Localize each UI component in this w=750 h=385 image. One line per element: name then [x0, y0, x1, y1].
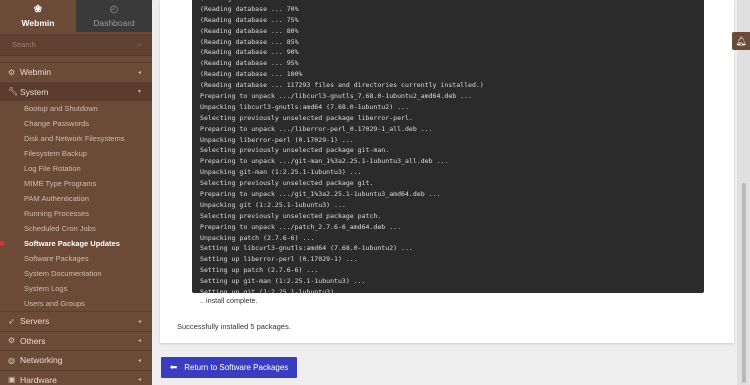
console-line: Preparing to unpack .../git_1%3a2.25.1-1…	[200, 190, 441, 199]
sidebar-item-bootup[interactable]: Bootup and Shutdown	[0, 101, 152, 116]
sidebar-item-mime-types[interactable]: MIME Type Programs	[0, 176, 152, 191]
sidebar-category-label: Webmin	[20, 67, 52, 78]
main-content: (Reading database ... 65%(Reading databa…	[152, 0, 737, 385]
arrow-left-icon: ⬅	[169, 362, 178, 372]
console-line: (Reading database ... 85%	[200, 37, 299, 46]
sidebar-category-label: Others	[20, 335, 46, 346]
search-icon[interactable]: ⌕	[138, 40, 142, 50]
console-line: Selecting previously unselected package …	[200, 146, 390, 155]
console-line: (Reading database ... 70%	[200, 4, 299, 13]
sidebar-item-pam[interactable]: PAM Authentication	[0, 191, 152, 206]
sidebar-search-input[interactable]: Search	[12, 40, 36, 49]
return-button-label: Return to Software Packages	[184, 363, 289, 372]
sidebar-category-label: Servers	[20, 316, 50, 327]
wrench-icon: 🔧︎	[8, 87, 19, 97]
console-line: (Reading database ... 95%	[200, 59, 299, 68]
sidebar-category-label: Hardware	[20, 374, 57, 385]
sidebar-item-software-package-updates[interactable]: Software Package Updates	[0, 236, 152, 251]
webmin-logo-icon: ❀	[33, 4, 43, 15]
sidebar-item-filesystem-backup[interactable]: Filesystem Backup	[0, 146, 152, 161]
dashboard-gauge-icon: ◴	[109, 4, 119, 15]
gear-icon: ⚙	[8, 336, 16, 346]
console-line: Preparing to unpack .../liberror-perl_0.…	[200, 124, 433, 133]
globe-icon: ◍	[8, 355, 15, 365]
sidebar-category-hardware[interactable]: ▣ Hardware ◂	[0, 369, 152, 385]
console-line: Setting up libcurl3-gnutls:amd64 (7.68.0…	[200, 244, 413, 253]
sidebar-item-users-groups[interactable]: Users and Groups	[0, 296, 152, 311]
console-line: Preparing to unpack .../libcurl3-gnutls_…	[200, 92, 472, 101]
sidebar: ❀ Webmin ◴ Dashboard Search ⌕ ⚙ Webmin ◂…	[0, 0, 152, 385]
sidebar-category-servers[interactable]: ➶ Servers ◂	[0, 311, 152, 331]
console-line: (Reading database ... 80%	[200, 26, 299, 35]
console-line: Setting up patch (2.7.6-6) ...	[200, 266, 319, 275]
content-panel: (Reading database ... 65%(Reading databa…	[160, 0, 734, 343]
install-complete-text: .. install complete.	[200, 296, 258, 305]
return-to-software-packages-button[interactable]: ⬅ Return to Software Packages	[161, 357, 297, 378]
tab-dashboard-label: Dashboard	[93, 18, 135, 28]
console-line: Preparing to unpack .../patch_2.7.6-6_am…	[200, 222, 402, 231]
gear-icon: ⚙	[8, 67, 16, 77]
console-line: Unpacking libcurl3-gnutls:amd64 (7.68.0-…	[200, 102, 409, 111]
sidebar-item-running-processes[interactable]: Running Processes	[0, 206, 152, 221]
tab-dashboard[interactable]: ◴ Dashboard	[76, 0, 152, 32]
tab-webmin[interactable]: ❀ Webmin	[0, 0, 76, 32]
console-line: Setting up git (1:2.25.1-1ubuntu3) ...	[200, 288, 350, 293]
sidebar-item-log-rotation[interactable]: Log File Rotation	[0, 161, 152, 176]
console-line: Preparing to unpack .../git-man_1%3a2.25…	[200, 157, 449, 166]
sidebar-item-software-packages[interactable]: Software Packages	[0, 251, 152, 266]
sidebar-item-cron-jobs[interactable]: Scheduled Cron Jobs	[0, 221, 152, 236]
rocket-icon: ➶	[8, 316, 15, 326]
console-lines: (Reading database ... 65%(Reading databa…	[200, 0, 484, 293]
sidebar-item-disk-filesystems[interactable]: Disk and Network Filesystems	[0, 131, 152, 146]
chevron-down-icon: ▾	[138, 89, 142, 96]
console-line: Selecting previously unselected package …	[200, 179, 374, 188]
console-line: Unpacking patch (2.7.6-6) ...	[200, 233, 315, 242]
console-line: Unpacking liberror-perl (0.17029-1) ...	[200, 135, 354, 144]
console-line: Setting up git-man (1:2.25.1-1ubuntu3) .…	[200, 277, 366, 286]
sidebar-item-system-logs[interactable]: System Logs	[0, 281, 152, 296]
page-scrollbar-thumb[interactable]	[742, 183, 746, 383]
console-line: Setting up liberror-perl (0.17029-1) ...	[200, 255, 358, 264]
console-line: Unpacking git-man (1:2.25.1-1ubuntu3) ..…	[200, 168, 362, 177]
chevron-left-icon: ◂	[138, 318, 142, 325]
sidebar-category-webmin[interactable]: ⚙ Webmin ◂	[0, 62, 152, 82]
tab-webmin-label: Webmin	[21, 18, 55, 28]
install-output-console: (Reading database ... 65%(Reading databa…	[192, 0, 704, 293]
chevron-left-icon: ◂	[138, 357, 142, 364]
sidebar-category-label: Networking	[20, 355, 63, 366]
sidebar-item-system-documentation[interactable]: System Documentation	[0, 266, 152, 281]
hardware-icon: ▣	[8, 375, 16, 385]
chevron-left-icon: ◂	[138, 377, 142, 384]
console-line: Selecting previously unselected package …	[200, 211, 382, 220]
console-line: (Reading database ... 75%	[200, 15, 299, 24]
sidebar-category-others[interactable]: ⚙ Others ◂	[0, 330, 152, 351]
console-line: Selecting previously unselected package …	[200, 113, 413, 122]
console-line: (Reading database ... 90%	[200, 48, 299, 57]
console-line: Unpacking git (1:2.25.1-1ubuntu3) ...	[200, 200, 346, 209]
sidebar-category-system[interactable]: 🔧︎ System ▾	[0, 81, 152, 101]
sidebar-item-change-passwords[interactable]: Change Passwords	[0, 116, 152, 131]
chevron-left-icon: ◂	[138, 338, 142, 345]
sidebar-category-networking[interactable]: ◍ Networking ◂	[0, 350, 152, 370]
sidebar-search[interactable]: Search ⌕	[0, 34, 152, 56]
success-message: Successfully installed 5 packages.	[177, 322, 291, 331]
console-line: (Reading database ... 117293 files and d…	[200, 81, 484, 90]
sidebar-category-label: System	[20, 86, 49, 97]
sidebar-top-tabs: ❀ Webmin ◴ Dashboard	[0, 0, 152, 32]
console-line: (Reading database ... 100%	[200, 70, 303, 79]
notification-bell-icon[interactable]: 🔔︎	[732, 32, 750, 50]
chevron-left-icon: ◂	[138, 69, 142, 76]
